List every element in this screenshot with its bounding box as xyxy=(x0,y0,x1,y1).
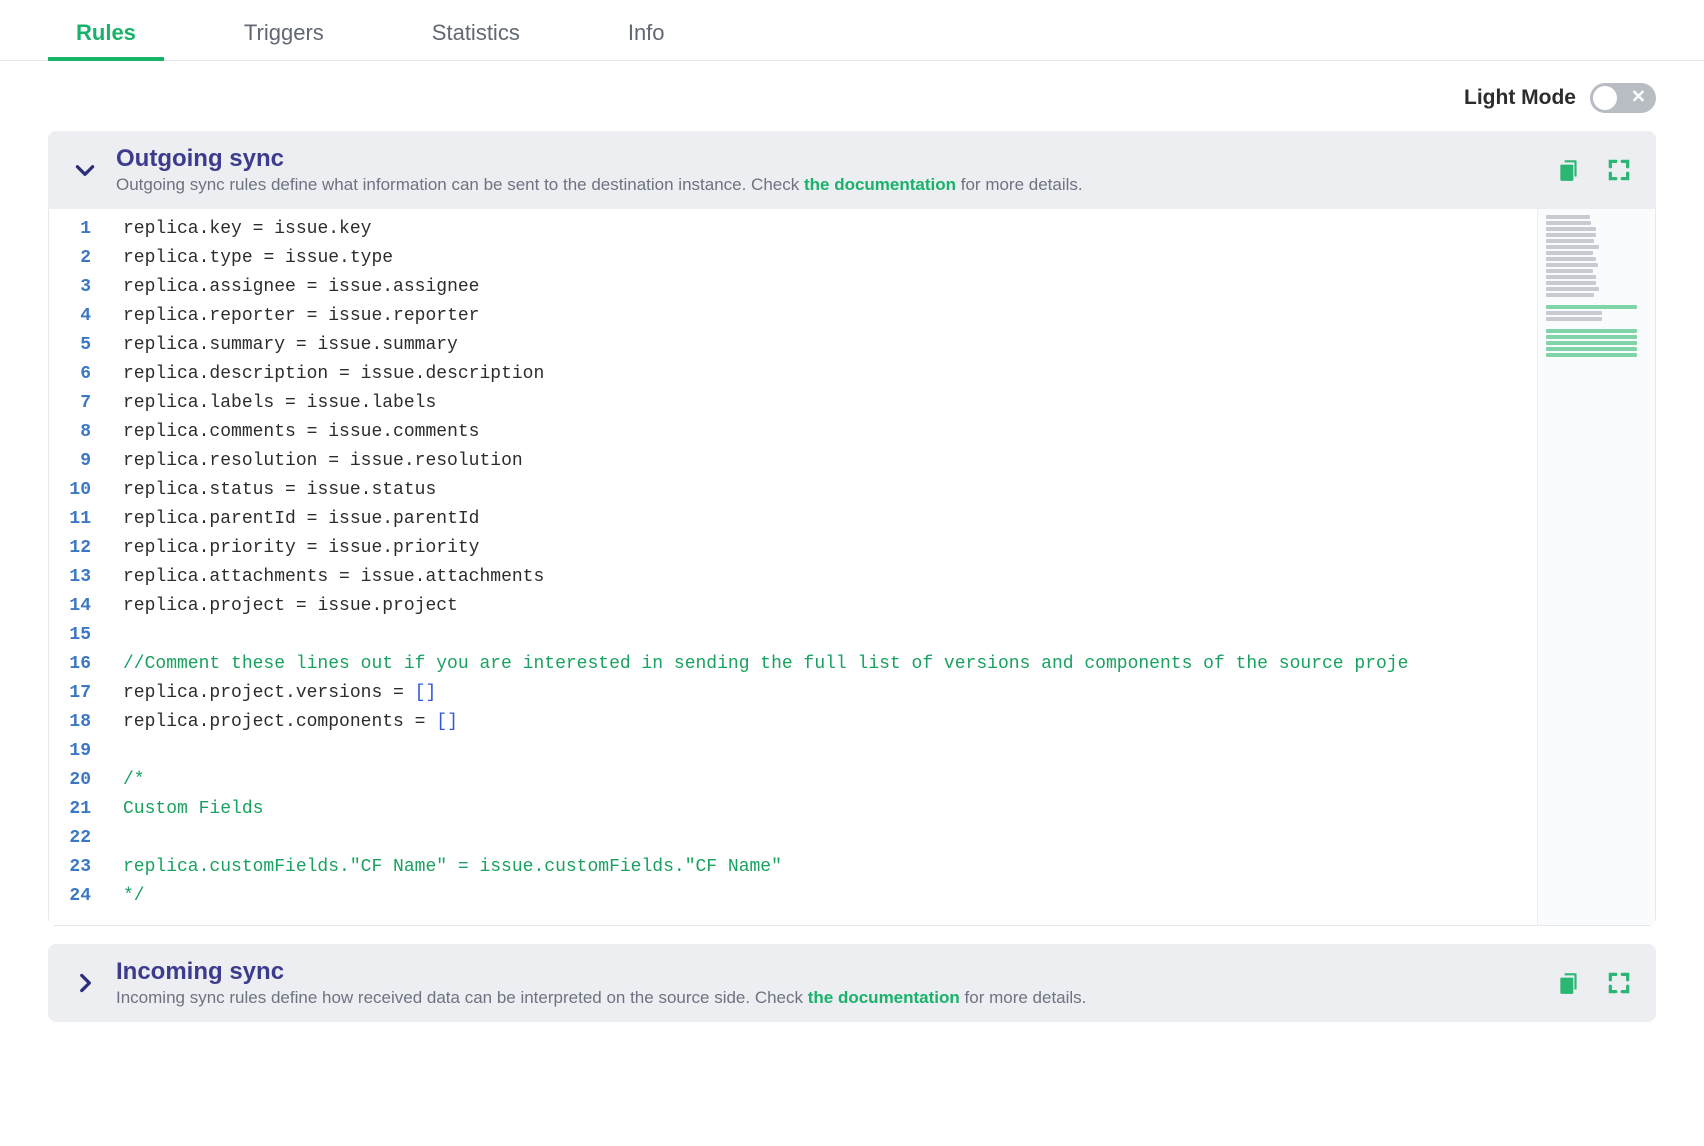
line-number: 11 xyxy=(49,505,97,534)
outgoing-sync-title: Outgoing sync xyxy=(116,145,1538,173)
minimap[interactable] xyxy=(1537,209,1655,925)
line-number: 4 xyxy=(49,302,97,331)
code-line[interactable] xyxy=(123,824,1537,853)
line-number: 12 xyxy=(49,534,97,563)
copy-icon[interactable] xyxy=(1556,970,1582,996)
incoming-sub-post: for more details. xyxy=(960,988,1087,1007)
line-number: 7 xyxy=(49,389,97,418)
code-line[interactable]: */ xyxy=(123,882,1537,911)
outgoing-editor[interactable]: 123456789101112131415161718192021222324 … xyxy=(48,209,1656,926)
outgoing-sync-subtitle: Outgoing sync rules define what informat… xyxy=(116,175,1538,195)
line-number: 22 xyxy=(49,824,97,853)
tab-bar: Rules Triggers Statistics Info xyxy=(0,0,1704,61)
code-line[interactable]: replica.project = issue.project xyxy=(123,592,1537,621)
code-line[interactable]: replica.customFields."CF Name" = issue.c… xyxy=(123,853,1537,882)
code-line[interactable]: replica.reporter = issue.reporter xyxy=(123,302,1537,331)
code-area[interactable]: replica.key = issue.keyreplica.type = is… xyxy=(107,209,1537,925)
light-mode-toggle[interactable]: ✕ xyxy=(1590,83,1656,113)
line-number: 8 xyxy=(49,418,97,447)
code-line[interactable]: replica.status = issue.status xyxy=(123,476,1537,505)
chevron-right-icon[interactable] xyxy=(72,970,98,996)
code-line[interactable]: /* xyxy=(123,766,1537,795)
incoming-sync-panel: Incoming sync Incoming sync rules define… xyxy=(48,944,1656,1022)
incoming-sync-subtitle: Incoming sync rules define how received … xyxy=(116,988,1538,1008)
line-number: 16 xyxy=(49,650,97,679)
line-number: 5 xyxy=(49,331,97,360)
light-mode-label: Light Mode xyxy=(1464,86,1576,110)
tab-statistics[interactable]: Statistics xyxy=(404,8,548,60)
outgoing-sub-post: for more details. xyxy=(956,175,1083,194)
tab-triggers[interactable]: Triggers xyxy=(216,8,352,60)
line-gutter: 123456789101112131415161718192021222324 xyxy=(49,209,107,925)
incoming-sync-header[interactable]: Incoming sync Incoming sync rules define… xyxy=(48,944,1656,1022)
code-line[interactable]: replica.project.components = [] xyxy=(123,708,1537,737)
line-number: 18 xyxy=(49,708,97,737)
code-line[interactable]: replica.description = issue.description xyxy=(123,360,1537,389)
code-line[interactable]: Custom Fields xyxy=(123,795,1537,824)
code-line[interactable]: //Comment these lines out if you are int… xyxy=(123,650,1537,679)
chevron-down-icon[interactable] xyxy=(72,157,98,183)
line-number: 6 xyxy=(49,360,97,389)
code-line[interactable]: replica.type = issue.type xyxy=(123,244,1537,273)
line-number: 2 xyxy=(49,244,97,273)
tab-rules[interactable]: Rules xyxy=(48,8,164,60)
fullscreen-icon[interactable] xyxy=(1606,157,1632,183)
outgoing-sub-pre: Outgoing sync rules define what informat… xyxy=(116,175,804,194)
toggle-knob xyxy=(1593,86,1617,110)
code-line[interactable] xyxy=(123,737,1537,766)
line-number: 13 xyxy=(49,563,97,592)
code-line[interactable]: replica.resolution = issue.resolution xyxy=(123,447,1537,476)
incoming-sub-pre: Incoming sync rules define how received … xyxy=(116,988,808,1007)
line-number: 17 xyxy=(49,679,97,708)
line-number: 14 xyxy=(49,592,97,621)
outgoing-doc-link[interactable]: the documentation xyxy=(804,175,956,194)
line-number: 19 xyxy=(49,737,97,766)
copy-icon[interactable] xyxy=(1556,157,1582,183)
code-line[interactable]: replica.assignee = issue.assignee xyxy=(123,273,1537,302)
line-number: 1 xyxy=(49,215,97,244)
code-line[interactable]: replica.key = issue.key xyxy=(123,215,1537,244)
code-line[interactable] xyxy=(123,621,1537,650)
code-line[interactable]: replica.labels = issue.labels xyxy=(123,389,1537,418)
line-number: 24 xyxy=(49,882,97,911)
outgoing-sync-panel: Outgoing sync Outgoing sync rules define… xyxy=(48,131,1656,926)
code-line[interactable]: replica.parentId = issue.parentId xyxy=(123,505,1537,534)
fullscreen-icon[interactable] xyxy=(1606,970,1632,996)
line-number: 20 xyxy=(49,766,97,795)
line-number: 3 xyxy=(49,273,97,302)
line-number: 9 xyxy=(49,447,97,476)
close-icon: ✕ xyxy=(1631,86,1646,107)
incoming-doc-link[interactable]: the documentation xyxy=(808,988,960,1007)
line-number: 15 xyxy=(49,621,97,650)
outgoing-sync-header[interactable]: Outgoing sync Outgoing sync rules define… xyxy=(48,131,1656,209)
code-line[interactable]: replica.priority = issue.priority xyxy=(123,534,1537,563)
code-line[interactable]: replica.project.versions = [] xyxy=(123,679,1537,708)
code-line[interactable]: replica.summary = issue.summary xyxy=(123,331,1537,360)
line-number: 21 xyxy=(49,795,97,824)
editor-toolbar: Light Mode ✕ xyxy=(0,61,1704,123)
code-line[interactable]: replica.attachments = issue.attachments xyxy=(123,563,1537,592)
tab-info[interactable]: Info xyxy=(600,8,693,60)
code-line[interactable]: replica.comments = issue.comments xyxy=(123,418,1537,447)
line-number: 23 xyxy=(49,853,97,882)
incoming-sync-title: Incoming sync xyxy=(116,958,1538,986)
line-number: 10 xyxy=(49,476,97,505)
